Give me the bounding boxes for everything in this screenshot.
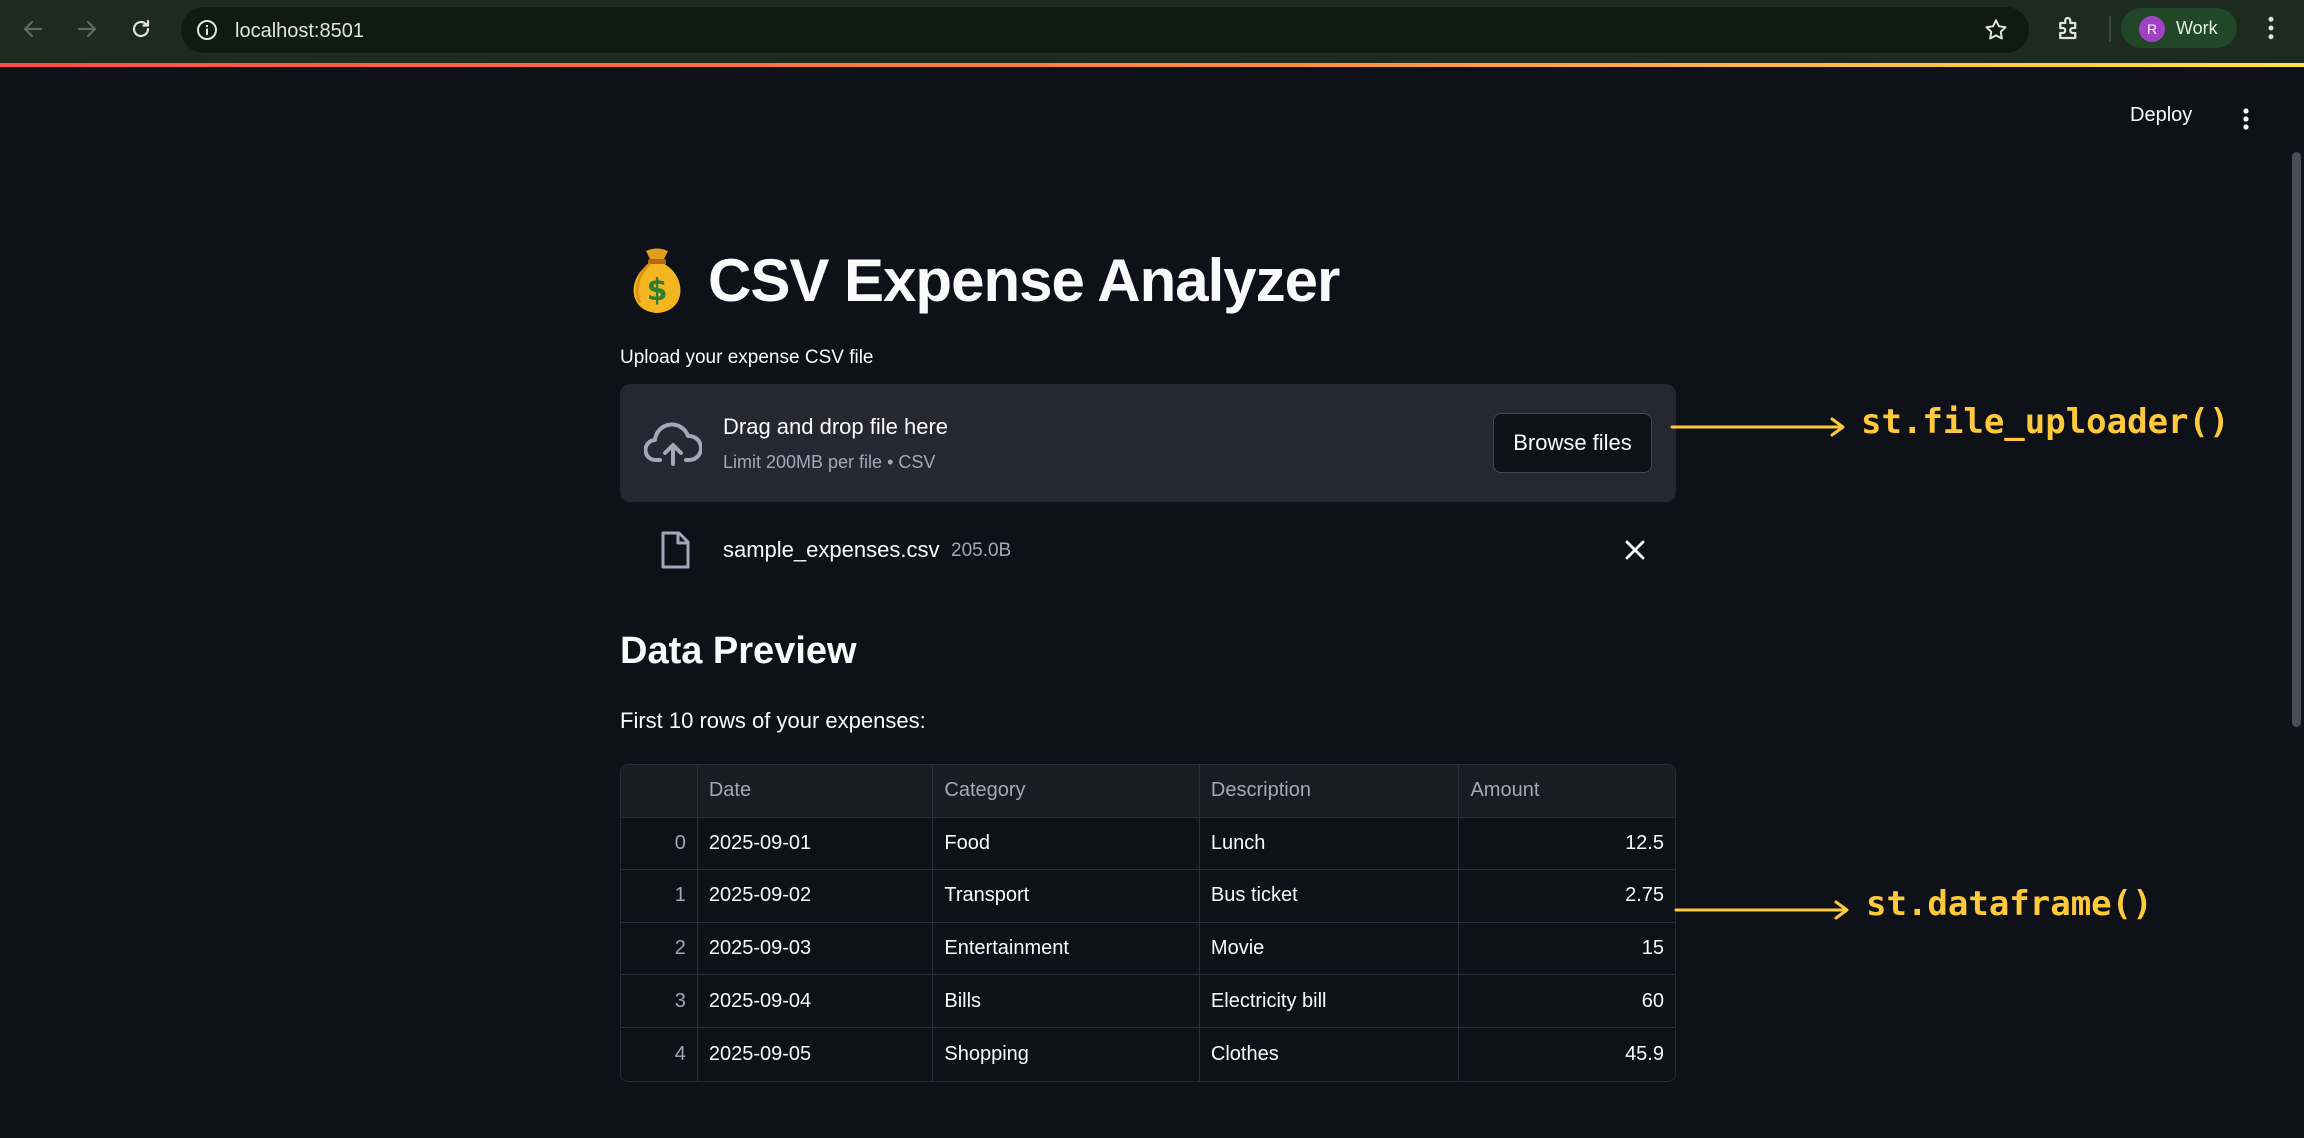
bookmark-star-icon[interactable] [1983, 17, 2009, 43]
uploaded-file-size: 205.0B [951, 540, 1012, 561]
app-decoration-bar [0, 63, 2304, 67]
category-cell[interactable]: Bills [933, 975, 1200, 1028]
amount-cell[interactable]: 2.75 [1459, 870, 1675, 923]
table-row[interactable]: 0 2025-09-01 Food Lunch 12.5 [621, 817, 1675, 871]
back-button[interactable] [17, 13, 49, 45]
app-menu-icon[interactable] [2234, 104, 2258, 134]
page-title: CSV Expense Analyzer [708, 246, 1340, 314]
table-row[interactable]: 1 2025-09-02 Transport Bus ticket 2.75 [621, 870, 1675, 923]
reload-button[interactable] [125, 13, 157, 45]
amount-cell[interactable]: 60 [1459, 975, 1675, 1028]
deploy-button[interactable]: Deploy [2130, 104, 2192, 127]
table-row[interactable]: 3 2025-09-04 Bills Electricity bill 60 [621, 975, 1675, 1028]
uploader-annotation-label: st.file_uploader() [1861, 402, 2230, 442]
extensions-puzzle-icon[interactable] [2054, 13, 2084, 43]
reload-icon [132, 19, 150, 38]
arrow-right-icon [77, 20, 97, 38]
category-cell[interactable]: Entertainment [933, 922, 1200, 976]
file-icon [661, 531, 690, 569]
row-index-cell: 2 [621, 922, 698, 976]
address-bar[interactable]: localhost:8501 [181, 7, 2029, 53]
page-scrollbar[interactable] [2292, 152, 2301, 727]
category-cell[interactable]: Transport [933, 870, 1200, 923]
description-cell[interactable]: Bus ticket [1199, 870, 1460, 923]
profile-button[interactable]: R Work [2121, 8, 2237, 48]
dropzone-limit-text: Limit 200MB per file • CSV [723, 452, 936, 472]
amount-cell[interactable]: 45.9 [1459, 1027, 1675, 1081]
description-cell[interactable]: Clothes [1199, 1027, 1460, 1081]
toolbar-divider [2109, 16, 2111, 42]
description-cell[interactable]: Movie [1199, 922, 1460, 976]
svg-text:$: $ [647, 273, 668, 308]
uploaded-file-name: sample_expenses.csv [723, 537, 940, 562]
date-cell[interactable]: 2025-09-03 [697, 922, 934, 976]
amount-cell[interactable]: 15 [1459, 922, 1675, 976]
column-header-index[interactable] [621, 765, 698, 818]
table-row[interactable]: 2 2025-09-03 Entertainment Movie 15 [621, 922, 1675, 976]
uploader-label: Upload your expense CSV file [620, 347, 874, 368]
profile-name: Work [2176, 18, 2218, 38]
description-cell[interactable]: Electricity bill [1199, 975, 1460, 1028]
row-index-cell: 1 [621, 870, 698, 923]
description-cell[interactable]: Lunch [1199, 817, 1460, 871]
address-url: localhost:8501 [235, 20, 364, 42]
section-title: Data Preview [620, 630, 857, 672]
column-header-amount[interactable]: Amount [1459, 765, 1675, 818]
row-index-cell: 3 [621, 975, 698, 1028]
section-subtitle: First 10 rows of your expenses: [620, 708, 926, 733]
browser-toolbar: localhost:8501 R Work [0, 0, 2304, 63]
cloud-upload-icon [644, 422, 702, 466]
column-header-date[interactable]: Date [697, 765, 934, 818]
forward-button[interactable] [71, 13, 103, 45]
row-index-cell: 0 [621, 817, 698, 871]
row-index-cell: 4 [621, 1027, 698, 1081]
dataframe-annotation-arrow [1674, 900, 1849, 920]
close-icon[interactable] [1622, 537, 1648, 563]
table-header-row: Date Category Description Amount [621, 765, 1675, 818]
date-cell[interactable]: 2025-09-02 [697, 870, 934, 923]
column-header-category[interactable]: Category [933, 765, 1200, 818]
browser-menu-icon[interactable] [2256, 13, 2286, 43]
uploader-annotation-arrow [1670, 417, 1845, 437]
file-dropzone[interactable]: Drag and drop file here Limit 200MB per … [620, 384, 1676, 502]
dataframe-annotation-label: st.dataframe() [1866, 884, 2153, 924]
table-row[interactable]: 4 2025-09-05 Shopping Clothes 45.9 [621, 1027, 1675, 1081]
avatar: R [2139, 16, 2165, 42]
dropzone-title: Drag and drop file here [723, 414, 949, 439]
category-cell[interactable]: Food [933, 817, 1200, 871]
date-cell[interactable]: 2025-09-01 [697, 817, 934, 871]
date-cell[interactable]: 2025-09-05 [697, 1027, 934, 1081]
category-cell[interactable]: Shopping [933, 1027, 1200, 1081]
page-title-row: $ CSV Expense Analyzer [620, 240, 1340, 320]
dataframe-table[interactable]: Date Category Description Amount 0 2025-… [620, 764, 1676, 1082]
uploaded-file-item: sample_expenses.csv 205.0B [620, 520, 1676, 578]
amount-cell[interactable]: 12.5 [1459, 817, 1675, 871]
arrow-left-icon [23, 20, 43, 38]
date-cell[interactable]: 2025-09-04 [697, 975, 934, 1028]
browse-files-button[interactable]: Browse files [1493, 413, 1652, 473]
site-info-icon[interactable] [195, 18, 219, 42]
money-bag-icon: $ [633, 248, 681, 313]
column-header-description[interactable]: Description [1199, 765, 1460, 818]
